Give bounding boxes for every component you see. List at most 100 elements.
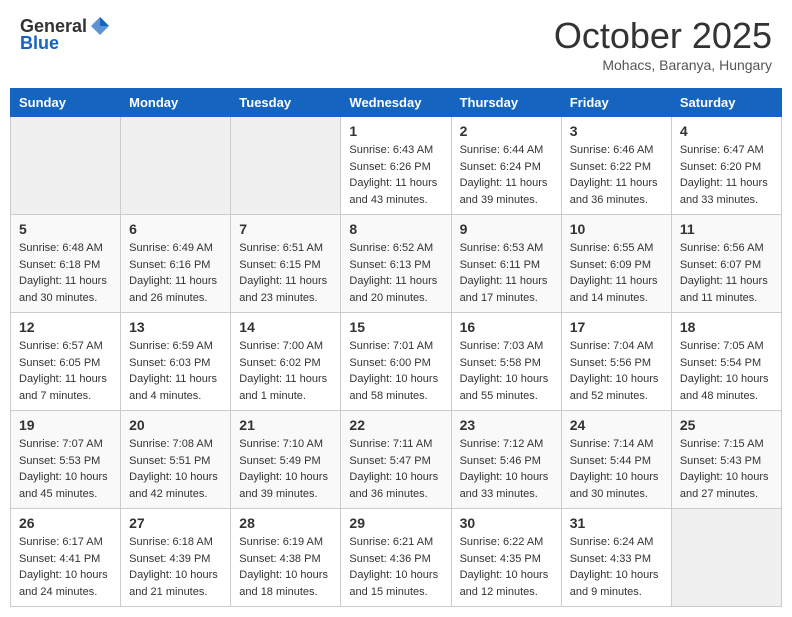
day-of-week-header: Sunday bbox=[11, 89, 121, 117]
day-info: Sunrise: 6:51 AMSunset: 6:15 PMDaylight:… bbox=[239, 240, 332, 306]
calendar-cell: 28 Sunrise: 6:19 AMSunset: 4:38 PMDayligh… bbox=[231, 509, 341, 607]
calendar-table: SundayMondayTuesdayWednesdayThursdayFrid… bbox=[10, 88, 782, 607]
calendar-cell: 30 Sunrise: 6:22 AMSunset: 4:35 PMDayligh… bbox=[451, 509, 561, 607]
day-info: Sunrise: 7:03 AMSunset: 5:58 PMDaylight:… bbox=[460, 338, 553, 404]
calendar-cell: 12 Sunrise: 6:57 AMSunset: 6:05 PMDayligh… bbox=[11, 313, 121, 411]
calendar-week-row: 19 Sunrise: 7:07 AMSunset: 5:53 PMDayligh… bbox=[11, 411, 782, 509]
day-info: Sunrise: 6:18 AMSunset: 4:39 PMDaylight:… bbox=[129, 534, 222, 600]
day-number: 27 bbox=[129, 515, 222, 531]
calendar-cell: 9Sunrise: 6:53 AMSunset: 6:11 PMDaylight… bbox=[451, 215, 561, 313]
day-number: 1 bbox=[349, 123, 442, 139]
day-number: 28 bbox=[239, 515, 332, 531]
day-number: 10 bbox=[570, 221, 663, 237]
day-info: Sunrise: 6:55 AMSunset: 6:09 PMDaylight:… bbox=[570, 240, 663, 306]
calendar-cell bbox=[231, 117, 341, 215]
day-number: 26 bbox=[19, 515, 112, 531]
day-number: 3 bbox=[570, 123, 663, 139]
calendar-cell bbox=[671, 509, 781, 607]
day-info: Sunrise: 7:04 AMSunset: 5:56 PMDaylight:… bbox=[570, 338, 663, 404]
calendar-cell: 25 Sunrise: 7:15 AMSunset: 5:43 PMDayligh… bbox=[671, 411, 781, 509]
calendar-cell: 14 Sunrise: 7:00 AMSunset: 6:02 PMDayligh… bbox=[231, 313, 341, 411]
calendar-cell: 4 Sunrise: 6:47 AMSunset: 6:20 PMDaylight… bbox=[671, 117, 781, 215]
day-number: 22 bbox=[349, 417, 442, 433]
day-number: 16 bbox=[460, 319, 553, 335]
day-info: Sunrise: 6:57 AMSunset: 6:05 PMDaylight:… bbox=[19, 338, 112, 404]
day-info: Sunrise: 6:48 AMSunset: 6:18 PMDaylight:… bbox=[19, 240, 112, 306]
day-number: 21 bbox=[239, 417, 332, 433]
calendar-cell: 3 Sunrise: 6:46 AMSunset: 6:22 PMDaylight… bbox=[561, 117, 671, 215]
day-info: Sunrise: 7:12 AMSunset: 5:46 PMDaylight:… bbox=[460, 436, 553, 502]
logo: General Blue bbox=[20, 15, 111, 54]
day-info: Sunrise: 7:01 AMSunset: 6:00 PMDaylight:… bbox=[349, 338, 442, 404]
calendar-cell: 31 Sunrise: 6:24 AMSunset: 4:33 PMDayligh… bbox=[561, 509, 671, 607]
day-info: Sunrise: 7:10 AMSunset: 5:49 PMDaylight:… bbox=[239, 436, 332, 502]
day-info: Sunrise: 6:49 AMSunset: 6:16 PMDaylight:… bbox=[129, 240, 222, 306]
day-info: Sunrise: 6:21 AMSunset: 4:36 PMDaylight:… bbox=[349, 534, 442, 600]
day-number: 7 bbox=[239, 221, 332, 237]
day-number: 17 bbox=[570, 319, 663, 335]
day-number: 29 bbox=[349, 515, 442, 531]
calendar-cell bbox=[121, 117, 231, 215]
day-number: 6 bbox=[129, 221, 222, 237]
day-number: 4 bbox=[680, 123, 773, 139]
month-title: October 2025 bbox=[554, 15, 772, 57]
day-number: 11 bbox=[680, 221, 773, 237]
day-info: Sunrise: 7:00 AMSunset: 6:02 PMDaylight:… bbox=[239, 338, 332, 404]
day-number: 31 bbox=[570, 515, 663, 531]
calendar-cell: 8 Sunrise: 6:52 AMSunset: 6:13 PMDaylight… bbox=[341, 215, 451, 313]
day-number: 30 bbox=[460, 515, 553, 531]
calendar-cell bbox=[11, 117, 121, 215]
day-info: Sunrise: 6:52 AMSunset: 6:13 PMDaylight:… bbox=[349, 240, 442, 306]
calendar-week-row: 5 Sunrise: 6:48 AMSunset: 6:18 PMDaylight… bbox=[11, 215, 782, 313]
calendar-cell: 23 Sunrise: 7:12 AMSunset: 5:46 PMDayligh… bbox=[451, 411, 561, 509]
calendar-cell: 10 Sunrise: 6:55 AMSunset: 6:09 PMDayligh… bbox=[561, 215, 671, 313]
calendar-cell: 7 Sunrise: 6:51 AMSunset: 6:15 PMDaylight… bbox=[231, 215, 341, 313]
calendar-cell: 20 Sunrise: 7:08 AMSunset: 5:51 PMDayligh… bbox=[121, 411, 231, 509]
day-info: Sunrise: 6:24 AMSunset: 4:33 PMDaylight:… bbox=[570, 534, 663, 600]
calendar-cell: 1 Sunrise: 6:43 AMSunset: 6:26 PMDaylight… bbox=[341, 117, 451, 215]
calendar-cell: 15 Sunrise: 7:01 AMSunset: 6:00 PMDayligh… bbox=[341, 313, 451, 411]
day-number: 20 bbox=[129, 417, 222, 433]
day-info: Sunrise: 7:08 AMSunset: 5:51 PMDaylight:… bbox=[129, 436, 222, 502]
day-of-week-header: Monday bbox=[121, 89, 231, 117]
day-info: Sunrise: 6:17 AMSunset: 4:41 PMDaylight:… bbox=[19, 534, 112, 600]
calendar-cell: 27 Sunrise: 6:18 AMSunset: 4:39 PMDayligh… bbox=[121, 509, 231, 607]
calendar-cell: 11Sunrise: 6:56 AMSunset: 6:07 PMDayligh… bbox=[671, 215, 781, 313]
location-title: Mohacs, Baranya, Hungary bbox=[554, 57, 772, 73]
day-number: 12 bbox=[19, 319, 112, 335]
day-info: Sunrise: 6:43 AMSunset: 6:26 PMDaylight:… bbox=[349, 142, 442, 208]
day-of-week-header: Thursday bbox=[451, 89, 561, 117]
calendar-cell: 16 Sunrise: 7:03 AMSunset: 5:58 PMDayligh… bbox=[451, 313, 561, 411]
day-info: Sunrise: 6:47 AMSunset: 6:20 PMDaylight:… bbox=[680, 142, 773, 208]
day-number: 24 bbox=[570, 417, 663, 433]
day-number: 18 bbox=[680, 319, 773, 335]
calendar-week-row: 1 Sunrise: 6:43 AMSunset: 6:26 PMDaylight… bbox=[11, 117, 782, 215]
day-number: 8 bbox=[349, 221, 442, 237]
calendar-cell: 2Sunrise: 6:44 AMSunset: 6:24 PMDaylight… bbox=[451, 117, 561, 215]
day-of-week-header: Friday bbox=[561, 89, 671, 117]
day-number: 25 bbox=[680, 417, 773, 433]
day-number: 5 bbox=[19, 221, 112, 237]
day-number: 23 bbox=[460, 417, 553, 433]
day-number: 14 bbox=[239, 319, 332, 335]
calendar-cell: 19 Sunrise: 7:07 AMSunset: 5:53 PMDayligh… bbox=[11, 411, 121, 509]
day-number: 15 bbox=[349, 319, 442, 335]
day-info: Sunrise: 6:53 AMSunset: 6:11 PMDaylight:… bbox=[460, 240, 553, 306]
day-info: Sunrise: 6:19 AMSunset: 4:38 PMDaylight:… bbox=[239, 534, 332, 600]
day-info: Sunrise: 7:07 AMSunset: 5:53 PMDaylight:… bbox=[19, 436, 112, 502]
day-number: 19 bbox=[19, 417, 112, 433]
day-of-week-header: Saturday bbox=[671, 89, 781, 117]
calendar-cell: 24 Sunrise: 7:14 AMSunset: 5:44 PMDayligh… bbox=[561, 411, 671, 509]
day-info: Sunrise: 7:14 AMSunset: 5:44 PMDaylight:… bbox=[570, 436, 663, 502]
day-of-week-header: Tuesday bbox=[231, 89, 341, 117]
day-info: Sunrise: 7:15 AMSunset: 5:43 PMDaylight:… bbox=[680, 436, 773, 502]
day-info: Sunrise: 6:22 AMSunset: 4:35 PMDaylight:… bbox=[460, 534, 553, 600]
calendar-week-row: 26 Sunrise: 6:17 AMSunset: 4:41 PMDayligh… bbox=[11, 509, 782, 607]
calendar-cell: 26 Sunrise: 6:17 AMSunset: 4:41 PMDayligh… bbox=[11, 509, 121, 607]
calendar-cell: 5 Sunrise: 6:48 AMSunset: 6:18 PMDaylight… bbox=[11, 215, 121, 313]
calendar-cell: 17 Sunrise: 7:04 AMSunset: 5:56 PMDayligh… bbox=[561, 313, 671, 411]
calendar-cell: 21 Sunrise: 7:10 AMSunset: 5:49 PMDayligh… bbox=[231, 411, 341, 509]
logo-icon bbox=[89, 15, 111, 37]
day-info: Sunrise: 6:46 AMSunset: 6:22 PMDaylight:… bbox=[570, 142, 663, 208]
day-info: Sunrise: 6:59 AMSunset: 6:03 PMDaylight:… bbox=[129, 338, 222, 404]
